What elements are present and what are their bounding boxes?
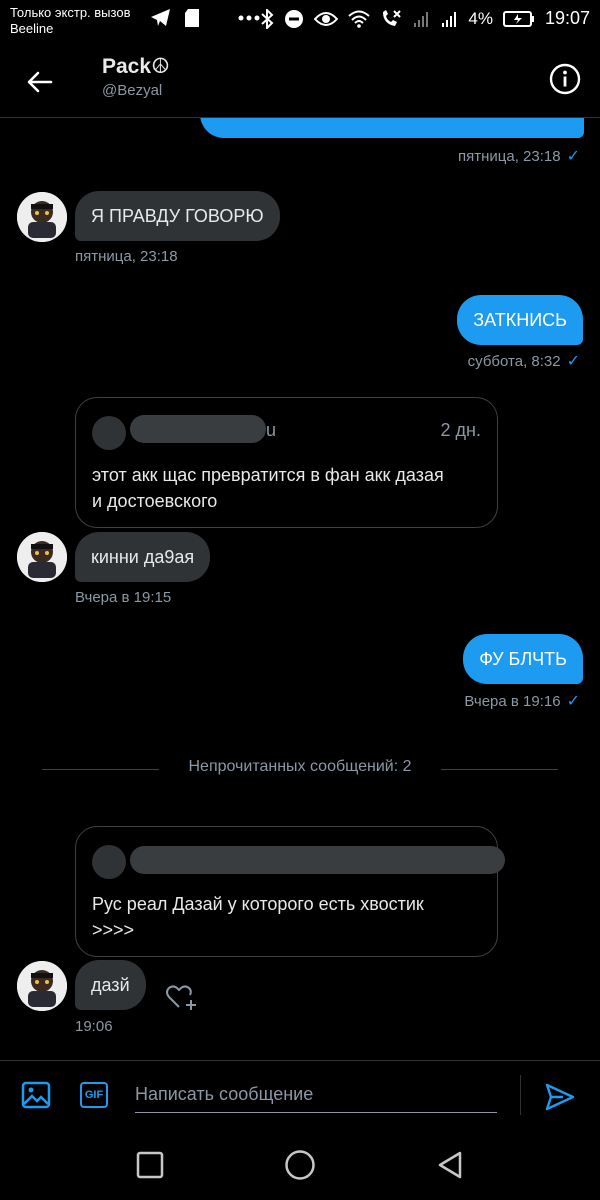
message-list[interactable]: пятница, 23:18 ✓ Я ПРАВДУ ГОВОРЮ пятница… [0,118,600,1060]
quoted-text-line: этот акк щас превратится в фан акк дазая [92,465,444,485]
message-composer: GIF [0,1060,600,1130]
quoted-tweet[interactable]: Рус реал Дазай у которого есть хвостик >… [75,826,505,957]
battery-percent: 4% [468,8,493,28]
message-meta: суббота, 8:32 ✓ [468,351,580,371]
carrier-info: Только экстр. вызов Beeline [10,5,130,37]
bluetooth-icon [260,8,274,29]
battery-charging-icon [502,10,535,27]
call-forward-icon [380,9,402,29]
message-bubble-incoming[interactable]: дазй [75,960,146,1010]
image-icon [21,1081,51,1109]
circle-icon [285,1150,315,1180]
message-meta: Вчера в 19:16 ✓ [464,691,580,711]
back-button[interactable] [20,62,60,102]
message-text: Я ПРАВДУ ГОВОРЮ [91,206,264,226]
conversation-title[interactable]: Pack☮ [102,54,170,79]
message-time: Вчера в 19:15 [75,589,172,606]
sent-check-icon: ✓ [566,693,580,710]
unread-divider: Непрочитанных сообщений: 2 [42,758,558,775]
do-not-disturb-icon [284,9,304,29]
message-time: пятница, 23:18 [75,248,178,265]
redacted-username [130,415,266,443]
triangle-back-icon [438,1151,462,1179]
back-nav-button[interactable] [433,1148,467,1182]
redacted-username [130,846,505,874]
message-bubble-incoming[interactable]: Я ПРАВДУ ГОВОРЮ [75,191,280,241]
notification-icons [150,8,260,28]
info-icon [549,63,581,95]
avatar[interactable] [17,192,67,242]
gif-button[interactable]: GIF [78,1079,110,1111]
system-status: 4% 19:07 [260,8,590,29]
arrow-left-icon [27,71,53,93]
signal-icon-1 [412,10,430,28]
message-bubble-incoming[interactable]: кинни да9ая [75,532,211,582]
message-time: суббота, 8:32 [467,352,561,370]
sent-check-icon: ✓ [566,353,580,370]
message-time: Вчера в 19:16 [464,692,561,710]
system-navigation-bar [0,1130,600,1200]
avatar-image [17,961,67,1011]
avatar-image [17,532,67,582]
home-button[interactable] [283,1148,317,1182]
quoted-text-line: и достоевского [92,491,218,511]
conversation-header: Pack☮ @Bezyal [0,42,600,118]
eye-comfort-icon [314,11,339,27]
message-bubble-outgoing[interactable]: ФУ БЛЧТЬ [463,634,583,684]
status-bar: Только экстр. вызов Beeline 4% 19:07 [0,0,600,42]
message-meta: пятница, 23:18 [75,248,178,265]
quoted-text: Рус реал Дазай у которого есть хвостик >… [92,891,424,943]
info-button[interactable] [548,62,582,96]
sd-card-icon [184,8,200,28]
image-button[interactable] [20,1079,52,1111]
sent-check-icon: ✓ [566,148,580,165]
quoted-date: 2 дн. [440,420,481,440]
more-notifications-icon [238,15,260,21]
composer-divider [520,1075,521,1115]
clock: 19:07 [544,8,590,28]
message-time: пятница, 23:18 [458,147,561,165]
quoted-text-line: >>>> [92,920,135,940]
avatar[interactable] [17,961,67,1011]
unread-label: Непрочитанных сообщений: 2 [42,758,558,776]
square-icon [136,1151,164,1179]
carrier-line-1: Только экстр. вызов [10,5,131,20]
send-icon [545,1083,575,1111]
message-text: кинни да9ая [91,547,195,567]
heart-plus-icon [166,985,196,1010]
quoted-text-line: Рус реал Дазай у которого есть хвостик [92,894,424,914]
carrier-line-2: Beeline [10,21,54,36]
message-meta: Вчера в 19:15 [75,589,171,606]
quoted-tweet[interactable]: u 2 дн. этот акк щас превратится в фан а… [75,397,498,528]
quoted-username-suffix: u [266,420,277,440]
message-text: ФУ БЛЧТЬ [479,649,567,669]
quoted-text: этот акк щас превратится в фан акк дазая… [92,462,444,514]
quoted-avatar [92,416,126,450]
message-meta: 19:06 [75,1018,113,1035]
wifi-icon [348,10,371,28]
gif-icon: GIF [80,1082,108,1108]
message-meta: пятница, 23:18 ✓ [458,146,580,166]
recents-button[interactable] [133,1148,167,1182]
avatar[interactable] [17,532,67,582]
message-input[interactable] [135,1077,497,1113]
send-button[interactable] [540,1077,580,1117]
avatar-image [17,192,67,242]
add-reaction-button[interactable] [164,980,198,1014]
signal-icon-2 [440,10,458,28]
message-time: 19:06 [75,1018,113,1035]
message-text: ЗАТКНИСЬ [473,310,567,330]
conversation-handle[interactable]: @Bezyal [102,82,162,99]
quoted-avatar [92,845,126,879]
message-text: дазй [91,975,130,995]
message-bubble-outgoing-cutoff[interactable] [200,118,584,138]
telegram-icon [150,8,172,28]
message-bubble-outgoing[interactable]: ЗАТКНИСЬ [457,295,583,345]
